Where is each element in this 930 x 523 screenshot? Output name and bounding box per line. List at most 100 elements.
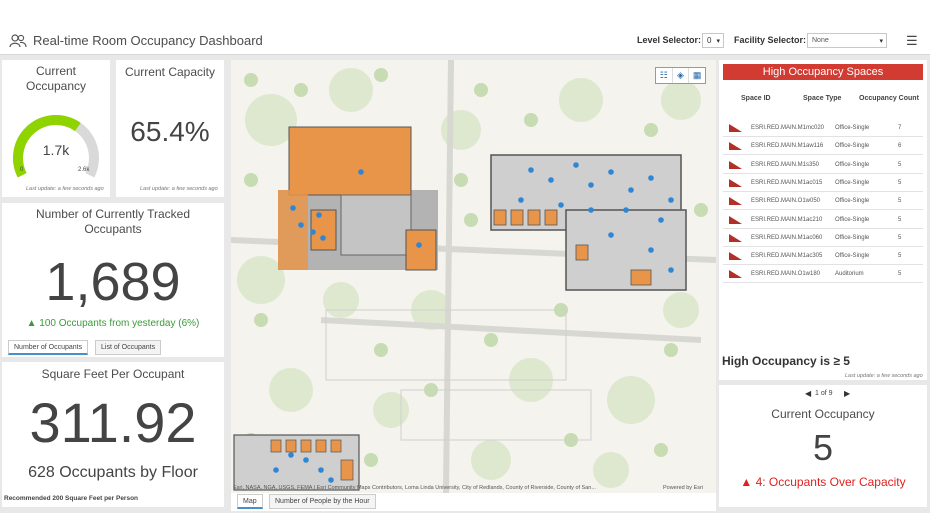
occupant-dot[interactable] xyxy=(328,477,334,483)
space-type: Office-Single xyxy=(835,253,870,260)
occupant-dot[interactable] xyxy=(623,207,629,213)
chevron-down-icon: ▾ xyxy=(716,38,720,45)
occupant-dot[interactable] xyxy=(628,187,634,193)
list-item[interactable]: ESRI.RED.MAIN.M1s350 Office-Single 5 xyxy=(723,156,923,174)
space-type: Office-Single xyxy=(835,125,870,131)
occupant-dot[interactable] xyxy=(358,169,364,175)
facility-selector[interactable]: None ▾ xyxy=(807,33,887,48)
floor-plan-map[interactable] xyxy=(231,60,716,493)
qr-icon[interactable]: ▦ xyxy=(689,68,705,83)
occupant-dot[interactable] xyxy=(648,247,654,253)
tree-icon xyxy=(474,83,488,97)
occupant-dot[interactable] xyxy=(303,457,309,463)
occupancy-count: 5 xyxy=(898,198,902,205)
occupant-dot[interactable] xyxy=(273,467,279,473)
occupant-dot[interactable] xyxy=(588,207,594,213)
occupant-dot[interactable] xyxy=(668,197,674,203)
space-type: Office-Single xyxy=(835,143,870,150)
list-item[interactable]: ESRI.RED.MAIN.M1ac210 Office-Single 5 xyxy=(723,211,923,229)
occupant-dot[interactable] xyxy=(588,182,594,188)
level-selector-label: Level Selector: xyxy=(637,35,702,45)
list-item[interactable]: ESRI.RED.MAIN.M1aw116 Office-Single 6 xyxy=(723,137,923,156)
layers-icon[interactable]: ◈ xyxy=(673,68,690,83)
gauge-last-update: Last update: a few seconds ago xyxy=(26,186,104,192)
list-item[interactable]: ESRI.RED.MAIN.M1ac060 Office-Single 5 xyxy=(723,229,923,247)
list-item[interactable]: ESRI.RED.MAIN.O1w050 Office-Single 5 xyxy=(723,192,923,211)
pager-label: 1 of 9 xyxy=(815,390,833,397)
gauge-value: 1.7k xyxy=(42,142,70,158)
list-item[interactable]: ESRI.RED.MAIN.M1ac015 Office-Single 5 xyxy=(723,174,923,192)
current-occupancy-gauge-panel: Current Occupancy 1.7k 0 2.6k Last updat… xyxy=(2,60,110,197)
flag-icon xyxy=(729,270,742,279)
chevron-down-icon: ▾ xyxy=(879,38,883,45)
capacity-title: Current Capacity xyxy=(124,65,216,79)
tracked-delta: ▲ 100 Occupants from yesterday (6%) xyxy=(26,318,200,329)
occupancy-count: 7 xyxy=(898,125,902,131)
map-powered-by: Powered by Esri xyxy=(663,485,704,491)
gauge-max: 2.6k xyxy=(78,167,90,173)
occupant-dot[interactable] xyxy=(608,232,614,238)
space-id: ESRI.RED.MAIN.M1aw116 xyxy=(751,143,824,150)
space-type: Office-Single xyxy=(835,161,870,168)
flag-icon xyxy=(729,197,742,206)
list-item[interactable]: ESRI.RED.MAIN.M1mc020 Office-Single 7 xyxy=(723,119,923,137)
tree-icon xyxy=(524,113,538,127)
occupant-dot[interactable] xyxy=(298,222,304,228)
occupant-dot[interactable] xyxy=(608,169,614,175)
occupant-dot[interactable] xyxy=(648,175,654,181)
facility-selector-value: None xyxy=(812,37,829,44)
list-item[interactable]: ESRI.RED.MAIN.O1w180 Auditorium 5 xyxy=(723,265,923,284)
occupant-dot[interactable] xyxy=(668,267,674,273)
people-icon xyxy=(9,34,27,48)
occupant-dot[interactable] xyxy=(310,229,316,235)
high-occupancy-footer: High Occupancy is ≥ 5 xyxy=(722,354,850,368)
pager-prev-icon[interactable]: ◀ xyxy=(805,389,811,398)
flag-icon xyxy=(729,124,742,132)
occupant-dot[interactable] xyxy=(316,212,322,218)
tracked-occupants-panel: Number of Currently Tracked Occupants 1,… xyxy=(2,203,224,357)
level-selector-value: 0 xyxy=(707,36,712,45)
gauge-min: 0 xyxy=(20,167,24,173)
occupant-dot[interactable] xyxy=(318,467,324,473)
dashboard-title: Real-time Room Occupancy Dashboard xyxy=(33,33,263,48)
occupant-dot[interactable] xyxy=(548,177,554,183)
space-id: ESRI.RED.MAIN.M1ac305 xyxy=(751,253,823,260)
occupant-dot[interactable] xyxy=(290,205,296,211)
level-selector[interactable]: 0 ▾ xyxy=(702,33,724,48)
sqft-note: Recommended 200 Square Feet per Person xyxy=(4,495,139,502)
flag-icon xyxy=(729,160,742,169)
tab-list-of-occupants[interactable]: List of Occupants xyxy=(95,340,162,355)
tab-people-by-hour[interactable]: Number of People by the Hour xyxy=(269,494,376,509)
occupancy-count: 5 xyxy=(898,253,902,260)
legend-icon[interactable]: ☷ xyxy=(656,68,673,83)
column-space-type: Space Type xyxy=(803,95,842,102)
detail-value: 5 xyxy=(812,427,834,468)
occupant-dot[interactable] xyxy=(558,202,564,208)
occupant-dot[interactable] xyxy=(416,242,422,248)
current-occupancy-detail-panel: ◀ 1 of 9 ▶ Current Occupancy 5 ▲ 4: Occu… xyxy=(719,385,927,507)
square-feet-panel: Square Feet Per Occupant 311.92 628 Occu… xyxy=(2,362,224,507)
tree-icon xyxy=(654,443,668,457)
occupant-dot[interactable] xyxy=(528,167,534,173)
space-id: ESRI.RED.MAIN.O1w050 xyxy=(751,198,821,205)
occupancy-count: 5 xyxy=(898,234,902,241)
tab-number-of-occupants[interactable]: Number of Occupants xyxy=(8,340,89,355)
occupant-dot[interactable] xyxy=(288,452,294,458)
occupancy-count: 5 xyxy=(898,179,902,186)
flag-icon xyxy=(729,252,742,261)
tracked-title-line2: Occupants xyxy=(84,222,142,236)
tab-map[interactable]: Map xyxy=(237,494,263,509)
pager-next-icon[interactable]: ▶ xyxy=(844,389,850,398)
space-id: ESRI.RED.MAIN.M1s350 xyxy=(751,161,820,168)
occupant-dot[interactable] xyxy=(658,217,664,223)
facility-selector-label: Facility Selector: xyxy=(734,35,807,45)
gauge-title-line1: Current xyxy=(35,64,76,78)
high-occupancy-last-update: Last update: a few seconds ago xyxy=(845,373,923,379)
occupant-dot[interactable] xyxy=(573,162,579,168)
space-type: Office-Single xyxy=(835,216,870,223)
occupant-dot[interactable] xyxy=(320,235,326,241)
occupant-dot[interactable] xyxy=(518,197,524,203)
hamburger-menu-icon[interactable]: ☰ xyxy=(906,33,918,49)
list-item[interactable]: ESRI.RED.MAIN.M1ac305 Office-Single 5 xyxy=(723,247,923,266)
space-id: ESRI.RED.MAIN.O1w180 xyxy=(751,271,821,278)
